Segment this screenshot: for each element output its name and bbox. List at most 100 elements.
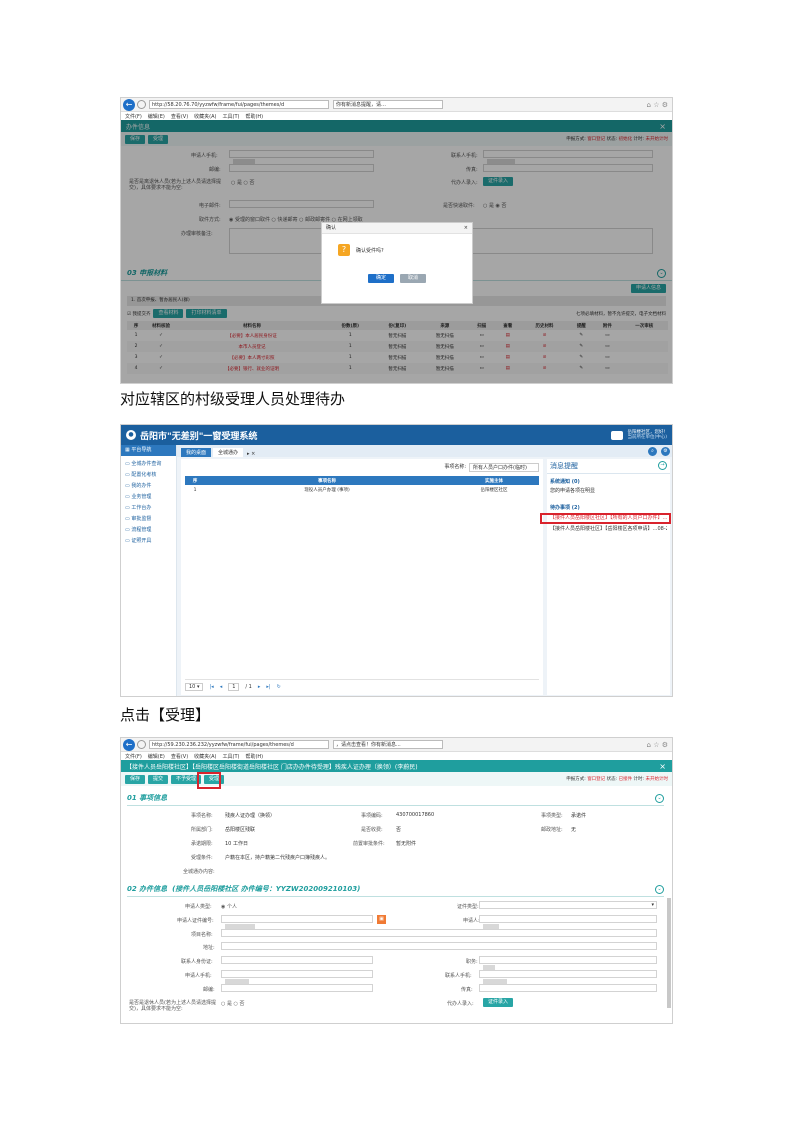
menu-view[interactable]: 查看(V) [171, 753, 188, 760]
forward-icon[interactable] [137, 740, 146, 749]
section-header-2: 02 办件信息 (接件人员岳阳楼社区 办件编号：YYZW202009210103… [127, 884, 664, 897]
job-input[interactable] [479, 956, 657, 970]
address-input[interactable] [221, 942, 657, 950]
settings-icon[interactable]: ⚙ [661, 447, 670, 456]
agent-button[interactable]: 证件录入 [483, 998, 514, 1007]
browser-tools-icon[interactable]: ⌂ ☆ ⚙ [647, 741, 668, 749]
page-input[interactable]: 1 [228, 683, 240, 691]
expand-icon[interactable]: → [658, 461, 667, 470]
menu-edit[interactable]: 编辑(E) [148, 753, 165, 760]
screenshot-accept-page: ← http://59.230.236.232/yyzwfw/frame/fui… [120, 737, 673, 1024]
address-bar[interactable]: http://59.230.236.232/yyzwfw/frame/fui/p… [149, 740, 329, 749]
id-label: 申请人证件编号: [177, 918, 214, 924]
fax-input[interactable] [479, 984, 657, 992]
menu-help[interactable]: 帮助(H) [245, 753, 263, 760]
close-icon[interactable]: × [659, 762, 666, 771]
browser-tab[interactable]: ，请点击查看！你有新消息... [333, 740, 443, 749]
contact-mobile-input[interactable] [479, 970, 657, 984]
back-icon[interactable]: ← [123, 98, 135, 111]
menu-favorites[interactable]: 收藏夹(A) [194, 113, 216, 120]
back-icon[interactable]: ← [123, 738, 135, 751]
system-name: 岳阳市"无差别"一窗受理系统 [140, 431, 258, 442]
browser-toolbar: ← http://58.20.76.70/yyzwfw/frame/fui/pa… [121, 98, 672, 112]
screenshot-todo-list: ● 岳阳市"无差别"一窗受理系统 岳阳楼社区，您好! 当前所在单位(中心) ▦ … [120, 424, 673, 697]
header-icons: ⌕ ⚙ [648, 447, 670, 456]
sidebar-title: ▦ 平台导航 [121, 445, 176, 456]
menu-favorites[interactable]: 收藏夹(A) [194, 753, 216, 760]
highlight-box [197, 772, 221, 789]
postal-input[interactable] [221, 984, 373, 992]
browser-tools-icon[interactable]: ⌂ ☆ ⚙ [647, 101, 668, 109]
col-item: 事项名称 [318, 478, 336, 484]
menu-tools[interactable]: 工具(T) [223, 113, 240, 120]
dialog-cancel-button[interactable]: 取消 [400, 274, 427, 283]
dialog-title: 确认 [326, 225, 337, 231]
fax-label: 传真: [461, 987, 473, 993]
menu-file[interactable]: 文件(F) [125, 753, 142, 760]
cert-type-select[interactable]: ▾ [479, 901, 657, 909]
confirm-dialog: 确认 × ? 确认受件吗? 确定 取消 [321, 222, 473, 304]
id-reader-icon[interactable]: ▣ [377, 915, 386, 924]
window-title: 【接件人员岳阳楼社区】【岳阳楼区岳阳楼街道岳阳楼社区 门店办办件待受理】残疾人证… [126, 763, 418, 771]
next-page-icon[interactable]: ▸ [258, 684, 261, 690]
window-titlebar: 【接件人员岳阳楼社区】【岳阳楼区岳阳楼街道岳阳楼社区 门店办办件待受理】残疾人证… [121, 760, 672, 772]
applicant-phone-input[interactable] [221, 970, 373, 984]
tab-desktop[interactable]: 我的桌面 [181, 448, 212, 457]
sidebar-item-supervision[interactable]: ▭ 审批监督 [125, 514, 176, 525]
menu-tools[interactable]: 工具(T) [223, 753, 240, 760]
sidebar-item-assessment[interactable]: ▭ 配置化考核 [125, 470, 176, 481]
last-page-icon[interactable]: ▸| [266, 684, 270, 690]
browser-menu: 文件(F) 编辑(E) 查看(V) 收藏夹(A) 工具(T) 帮助(H) [121, 112, 672, 120]
sidebar: ▦ 平台导航 ▭ 全城办件查询 ▭ 配置化考核 ▭ 我的办件 ▭ 业务管理 ▭ … [121, 445, 177, 696]
pension-radios[interactable]: ○ 是 ○ 否 [221, 1000, 245, 1007]
notice-title: 系统通知 (0) [550, 479, 580, 485]
dialog-ok-button[interactable]: 确定 [367, 274, 394, 283]
tab-citywide[interactable]: 全城通办 [213, 448, 244, 457]
todo-item-2[interactable]: 【接件人员岳阳楼社区】【岳阳楼区各项申请】…08-21 [550, 525, 667, 532]
sidebar-item-my-cases[interactable]: ▭ 我的办件 [125, 481, 176, 492]
refresh-icon[interactable]: ↻ [277, 684, 281, 690]
message-panel: 消息提醒 → 系统通知 (0) 您的申请各项在明显 待办事项 (2) 【接件人员… [547, 459, 670, 695]
sidebar-item-process[interactable]: ▭ 流程管理 [125, 525, 176, 536]
scrollbar[interactable] [667, 898, 671, 1008]
address-label: 地址: [203, 945, 215, 951]
save-button[interactable]: 保存 [125, 774, 146, 784]
caption-1: 对应辖区的村级受理人员处理待办 [120, 390, 346, 408]
browser-menu: 文件(F) 编辑(E) 查看(V) 收藏夹(A) 工具(T) 帮助(H) [121, 752, 672, 760]
prev-page-icon[interactable]: ◂ [220, 684, 223, 690]
page-size-select[interactable]: 10 ▾ [185, 683, 204, 691]
postal-label: 邮编: [203, 987, 215, 993]
project-input[interactable] [221, 929, 657, 937]
sidebar-item-license[interactable]: ▭ 证照开具 [125, 536, 176, 547]
submit-button[interactable]: 提交 [148, 774, 169, 784]
dialog-close-icon[interactable]: × [464, 223, 468, 233]
search-icon[interactable]: ⌕ [648, 447, 657, 456]
id-input[interactable] [221, 915, 373, 929]
address-bar[interactable]: http://58.20.76.70/yyzwfw/frame/fui/page… [149, 100, 329, 109]
todo-title: 待办事项 (2) [550, 505, 580, 511]
sidebar-item-citywide-query[interactable]: ▭ 全城办件查询 [125, 459, 176, 470]
contact-id-input[interactable] [221, 956, 373, 964]
collapse-icon[interactable]: ⌄ [655, 793, 664, 803]
search-input[interactable]: 所有人员户口办件(临时) [469, 463, 539, 472]
browser-tab[interactable]: 你有新消息提醒，请… [333, 100, 443, 109]
menu-help[interactable]: 帮助(H) [245, 113, 263, 120]
first-page-icon[interactable]: |◂ [209, 684, 213, 690]
collapse-icon[interactable]: ⌄ [655, 884, 664, 894]
col-no: 序 [192, 478, 198, 484]
tab-more-icon[interactable]: ▸ × [247, 451, 255, 457]
notice-item[interactable]: 您的申请各项在明显 [550, 487, 667, 494]
table-row[interactable]: 1 现役人员户办理 (事项) 岳阳楼区社区 [185, 485, 539, 495]
sidebar-item-business[interactable]: ▭ 业务管理 [125, 492, 176, 503]
screenshot-submit-confirm: ← http://58.20.76.70/yyzwfw/frame/fui/pa… [120, 97, 673, 384]
applicant-input[interactable] [479, 915, 657, 929]
applicant-type-radio[interactable]: ◉ 个人 [221, 903, 237, 910]
status-line: 申报方式: 窗口登记 状态: 已接件 计时: 未开始计时 [566, 777, 668, 782]
menu-view[interactable]: 查看(V) [171, 113, 188, 120]
user-info: 岳阳楼社区，您好! 当前所在单位(中心) [611, 430, 667, 440]
forward-icon[interactable] [137, 100, 146, 109]
menu-edit[interactable]: 编辑(E) [148, 113, 165, 120]
menu-file[interactable]: 文件(F) [125, 113, 142, 120]
job-label: 职务: [466, 959, 478, 965]
sidebar-item-workbench[interactable]: ▭ 工作台办 [125, 503, 176, 514]
